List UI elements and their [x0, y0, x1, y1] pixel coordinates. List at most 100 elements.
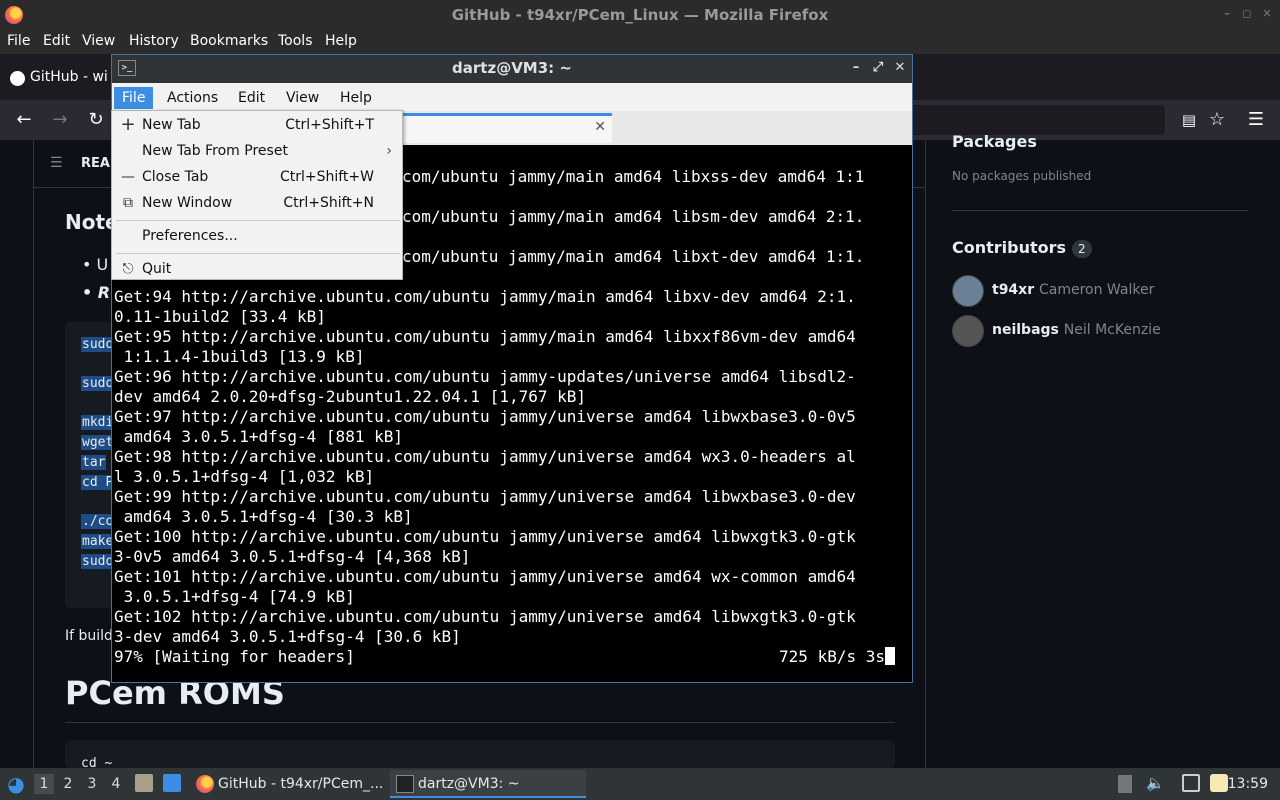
ff-menu-history[interactable]: History	[129, 33, 179, 49]
workspace-3[interactable]: 3	[82, 774, 102, 794]
start-menu-icon[interactable]: ◕	[4, 771, 28, 797]
terminal-app-icon: >_	[118, 60, 136, 76]
forward-icon[interactable]: →	[48, 108, 72, 132]
terminal-titlebar[interactable]: >_ dartz@VM3: ~ – ⤢ ✕	[112, 55, 912, 83]
task-terminal[interactable]: dartz@VM3: ~	[390, 770, 586, 798]
close-icon[interactable]: ✕	[892, 60, 908, 76]
code-block-roms	[65, 740, 895, 768]
workspace-4[interactable]: 4	[106, 774, 126, 794]
firefox-tab-title: GitHub - wi	[30, 69, 108, 85]
contributors-label: Contributors	[952, 238, 1067, 257]
contributors-heading[interactable]: Contributors 2	[952, 238, 1092, 258]
reload-icon[interactable]: ↻	[84, 108, 108, 132]
contributors-count-badge: 2	[1072, 240, 1092, 258]
new-window-icon: ⧉	[123, 195, 133, 211]
menu-item-new-tab-from-preset[interactable]: New Tab From Preset ›	[112, 138, 402, 164]
minimize-icon[interactable]: –	[1220, 7, 1234, 21]
maximize-icon[interactable]: ◻	[1240, 7, 1254, 21]
back-icon[interactable]: ←	[12, 108, 36, 132]
outline-list-icon[interactable]: ☰	[50, 155, 66, 171]
code-line: ./co	[81, 514, 115, 529]
ff-menu-bookmarks[interactable]: Bookmarks	[190, 33, 268, 49]
url-bar[interactable]	[905, 105, 1165, 135]
readme-label[interactable]: REA	[81, 156, 110, 171]
close-icon[interactable]: ✕	[1260, 7, 1274, 21]
menu-item-label: New Window	[142, 195, 233, 211]
task-firefox[interactable]: GitHub - t94xr/PCem_...	[192, 770, 386, 798]
firefox-logo-icon	[5, 6, 23, 24]
terminal-status-left: 97% [Waiting for headers]	[114, 647, 355, 666]
minimize-icon[interactable]: –	[848, 60, 864, 76]
ff-menu-help[interactable]: Help	[325, 33, 357, 49]
task-label: GitHub - t94xr/PCem_...	[218, 776, 384, 792]
avatar[interactable]	[952, 315, 984, 347]
terminal-line: Get:98 http://archive.ubuntu.com/ubuntu …	[114, 447, 856, 466]
maximize-icon[interactable]: ⤢	[870, 60, 886, 76]
ff-menu-file[interactable]: File	[7, 33, 30, 49]
contributor-login[interactable]: t94xr Cameron Walker	[992, 282, 1154, 298]
tab-close-icon[interactable]: ✕	[594, 119, 606, 135]
contributor-login[interactable]: neilbags Neil McKenzie	[992, 322, 1161, 338]
terminal-menu-actions[interactable]: Actions	[159, 87, 226, 109]
terminal-icon	[396, 775, 414, 793]
menu-item-new-window[interactable]: ⧉ New Window Ctrl+Shift+N	[112, 190, 402, 216]
firefox-menubar: File Edit View History Bookmarks Tools H…	[0, 30, 1280, 54]
terminal-line: Get:96 http://archive.ubuntu.com/ubuntu …	[114, 367, 856, 386]
terminal-line: Get:102 http://archive.ubuntu.com/ubuntu…	[114, 607, 856, 626]
terminal-line: 3.0.5.1+dfsg-4 [74.9 kB]	[114, 587, 355, 606]
contributor-login-text: neilbags	[992, 322, 1059, 338]
code-line: tar	[81, 455, 107, 470]
ff-menu-edit[interactable]: Edit	[43, 33, 70, 49]
menu-item-label: New Tab	[142, 117, 201, 133]
avatar[interactable]	[952, 275, 984, 307]
quit-icon: ⎋	[122, 261, 134, 277]
terminal-menu-view[interactable]: View	[278, 87, 327, 109]
task-label: dartz@VM3: ~	[418, 776, 520, 792]
workspace-1[interactable]: 1	[34, 774, 54, 794]
storage-icon[interactable]	[1118, 775, 1132, 793]
ff-menu-view[interactable]: View	[82, 33, 115, 49]
bullet-item: • R	[82, 283, 111, 302]
packages-heading[interactable]: Packages	[952, 132, 1037, 151]
menu-item-new-tab[interactable]: + New Tab Ctrl+Shift+T	[112, 112, 402, 138]
menu-item-quit[interactable]: ⎋ Quit	[112, 256, 402, 282]
desktop-icon[interactable]	[163, 774, 181, 792]
code-line: wget	[81, 435, 115, 450]
packages-empty-text: No packages published	[952, 169, 1092, 183]
network-icon[interactable]	[1182, 774, 1200, 792]
plus-icon: +	[120, 114, 136, 135]
menu-item-preferences[interactable]: Preferences...	[112, 223, 402, 249]
firefox-titlebar: GitHub - t94xr/PCem_Linux — Mozilla Fire…	[0, 0, 1280, 30]
bullet-text: U	[96, 255, 109, 274]
code-line: cd P	[81, 475, 115, 490]
reader-view-icon[interactable]: ▤	[1177, 108, 1201, 132]
code-line: sudo	[81, 376, 115, 391]
menu-item-label: New Tab From Preset	[142, 143, 288, 159]
terminal-line: amd64 3.0.5.1+dfsg-4 [881 kB]	[114, 427, 403, 446]
firefox-tab[interactable]: GitHub - wi	[0, 58, 120, 96]
minus-icon: —	[121, 169, 135, 185]
menu-item-shortcut: Ctrl+Shift+T	[285, 117, 374, 133]
terminal-line: Get:101 http://archive.ubuntu.com/ubuntu…	[114, 567, 856, 586]
workspace-2[interactable]: 2	[58, 774, 78, 794]
firefox-window-title: GitHub - t94xr/PCem_Linux — Mozilla Fire…	[451, 6, 829, 24]
volume-icon[interactable]: 🔈	[1146, 774, 1165, 792]
firefox-icon	[196, 775, 214, 793]
clock: 13:59	[1227, 776, 1268, 792]
terminal-cursor	[885, 647, 895, 665]
hamburger-menu-icon[interactable]: ☰	[1244, 108, 1268, 132]
sidebar-divider	[952, 210, 1248, 211]
notes-icon[interactable]	[1210, 774, 1228, 792]
terminal-menu-edit[interactable]: Edit	[230, 87, 273, 109]
build-note-text: If build	[65, 628, 113, 644]
menu-item-close-tab[interactable]: — Close Tab Ctrl+Shift+W	[112, 164, 402, 190]
contributor-item[interactable]: t94xr Cameron Walker	[952, 275, 1252, 307]
file-manager-icon[interactable]	[135, 774, 153, 792]
contributor-item[interactable]: neilbags Neil McKenzie	[952, 315, 1252, 347]
ff-menu-tools[interactable]: Tools	[278, 33, 313, 49]
terminal-menu-help[interactable]: Help	[332, 87, 380, 109]
menu-item-shortcut: Ctrl+Shift+W	[279, 169, 374, 185]
taskbar: ◕ 1 2 3 4 GitHub - t94xr/PCem_... dartz@…	[0, 768, 1280, 800]
terminal-menu-file[interactable]: File	[114, 87, 154, 109]
bookmark-star-icon[interactable]: ☆	[1205, 108, 1229, 132]
